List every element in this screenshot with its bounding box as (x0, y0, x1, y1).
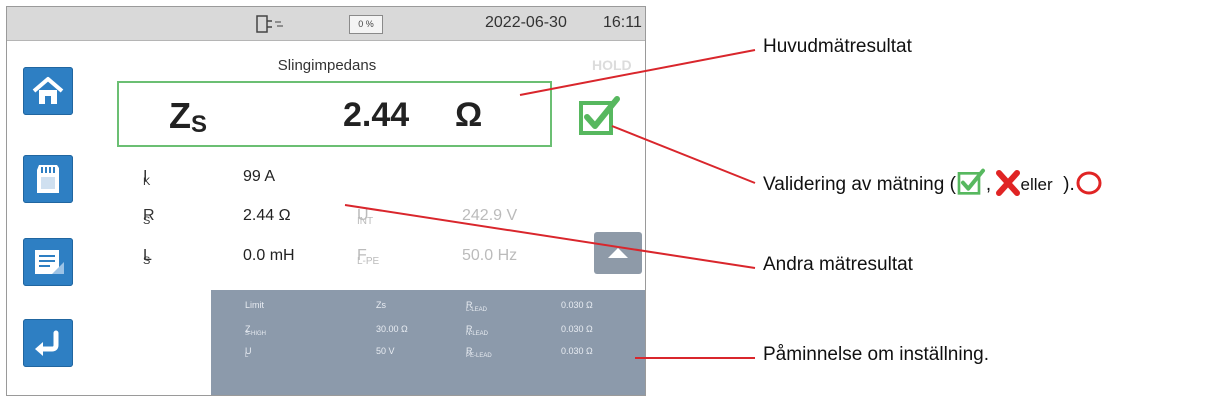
callout-line-validation (611, 125, 756, 184)
annotation-validation-prefix: Validering av mätning ( (763, 174, 956, 195)
annotation-validation: Validering av mätning ( , eller ). (763, 168, 1103, 196)
annotation-main-result: Huvudmätresultat (763, 36, 912, 57)
callout-line-main (519, 49, 756, 96)
annotation-validation-suffix: ). (1063, 174, 1075, 195)
annotation-validation-comma: , (985, 174, 992, 195)
callout-line-other (344, 204, 756, 269)
callout-lines (344, 49, 756, 359)
green-check-icon (957, 168, 985, 195)
red-cross-icon (996, 170, 1021, 196)
annotation-settings-reminder: Påminnelse om inställning. (763, 344, 990, 365)
annotation-validation-or: eller (1020, 175, 1053, 194)
red-circle-icon (1076, 171, 1102, 195)
annotation-other-results: Andra mätresultat (763, 254, 913, 275)
